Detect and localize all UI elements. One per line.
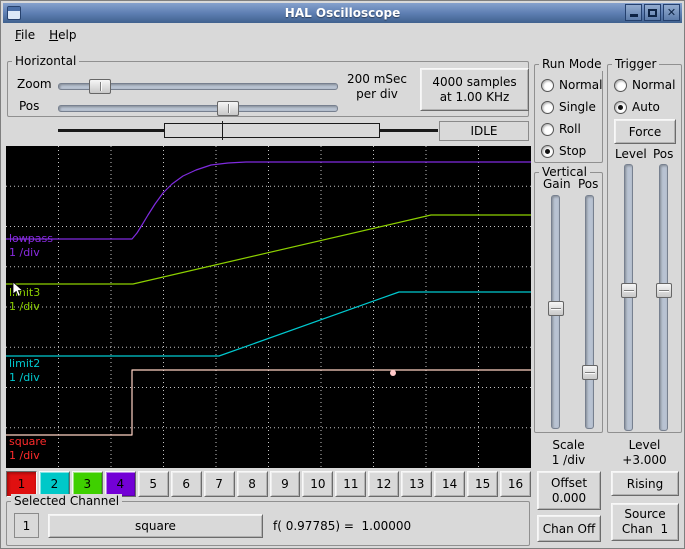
- horizontal-pos-slider-handle[interactable]: [217, 101, 239, 116]
- channel-button-16[interactable]: 16: [500, 471, 531, 497]
- menu-file[interactable]: File: [8, 26, 42, 44]
- trigger-pos-slider-handle[interactable]: [656, 283, 672, 298]
- horizontal-pos-label: Pos: [19, 99, 40, 113]
- channel-button-15[interactable]: 15: [467, 471, 499, 497]
- radio-label: Roll: [559, 122, 581, 136]
- vertical-pos-label: Pos: [578, 177, 599, 191]
- run-mode-options: Normal Single Roll Stop: [536, 74, 603, 162]
- channel-button-6[interactable]: 6: [170, 471, 202, 497]
- radio-trigger-auto[interactable]: Auto: [609, 96, 680, 118]
- trace-lowpass: [6, 161, 531, 240]
- channel-button-8[interactable]: 8: [236, 471, 268, 497]
- radio-run-mode-stop[interactable]: Stop: [536, 140, 601, 162]
- radio-icon: [614, 100, 627, 114]
- maximize-icon: [648, 8, 657, 17]
- channel-button-13[interactable]: 13: [401, 471, 433, 497]
- vertical-gain-label: Gain: [543, 177, 571, 191]
- minimize-icon: [630, 14, 638, 17]
- radio-trigger-normal[interactable]: Normal: [609, 74, 680, 96]
- channel-button-7[interactable]: 7: [203, 471, 235, 497]
- selected-channel-number: 1: [14, 513, 39, 538]
- close-icon: ✕: [666, 6, 677, 19]
- trigger-level-label: Level: [615, 147, 647, 161]
- zoom-label: Zoom: [17, 77, 52, 91]
- record-trigger-tick: [222, 121, 223, 140]
- radio-icon: [541, 100, 554, 114]
- trigger-level-title: Level: [628, 438, 661, 452]
- selected-channel-legend: Selected Channel: [11, 494, 123, 508]
- maximize-button[interactable]: [644, 4, 661, 21]
- vertical-scale-value: 1 /div: [551, 453, 586, 467]
- radio-run-mode-single[interactable]: Single: [536, 96, 601, 118]
- menu-help[interactable]: Help: [42, 26, 83, 44]
- offset-line2: 0.000: [551, 490, 587, 505]
- radio-icon: [541, 144, 554, 158]
- horizontal-pos-slider-track[interactable]: [58, 105, 338, 112]
- mouse-cursor-icon: [12, 281, 24, 297]
- run-mode-legend: Run Mode: [539, 57, 605, 71]
- halscope-window: HAL Oscilloscope ✕ File Help Horizontal …: [0, 0, 685, 549]
- offset-button[interactable]: Offset 0.000: [537, 471, 601, 510]
- time-per-div-line2: per div: [356, 87, 398, 101]
- vertical-pos-slider-handle[interactable]: [582, 365, 598, 380]
- trigger-marker: [390, 370, 396, 376]
- radio-label: Normal: [559, 78, 603, 92]
- radio-label: Normal: [632, 78, 676, 92]
- minimize-button[interactable]: [625, 4, 642, 21]
- radio-icon: [541, 78, 554, 92]
- horizontal-group-legend: Horizontal: [12, 54, 80, 68]
- radio-icon: [614, 78, 627, 92]
- trigger-level-slider-handle[interactable]: [621, 283, 637, 298]
- vertical-scale-title: Scale: [552, 438, 585, 452]
- channel-button-9[interactable]: 9: [269, 471, 301, 497]
- trigger-source-button[interactable]: Source Chan 1: [611, 503, 679, 541]
- force-button[interactable]: Force: [614, 119, 676, 144]
- time-per-div-readout: 200 mSec per div: [341, 72, 413, 102]
- trace-limit3: [6, 214, 531, 285]
- radio-icon: [541, 122, 554, 136]
- channel-button-10[interactable]: 10: [302, 471, 334, 497]
- chan-off-button[interactable]: Chan Off: [537, 515, 601, 542]
- source-line2: Chan 1: [621, 522, 669, 536]
- menubar: File Help: [3, 24, 682, 45]
- channel-button-14[interactable]: 14: [434, 471, 466, 497]
- trigger-group: Trigger Normal Auto Force Level Pos: [607, 57, 682, 433]
- radio-run-mode-normal[interactable]: Normal: [536, 74, 603, 96]
- trigger-legend: Trigger: [612, 57, 660, 71]
- zoom-slider-handle[interactable]: [89, 79, 111, 94]
- channel-button-5[interactable]: 5: [137, 471, 169, 497]
- radio-label: Auto: [632, 100, 660, 114]
- samples-line1: 4000 samples: [432, 74, 517, 89]
- window-title: HAL Oscilloscope: [284, 6, 401, 20]
- trigger-options: Normal Auto: [609, 74, 680, 118]
- trigger-edge-button[interactable]: Rising: [611, 471, 679, 496]
- radio-label: Stop: [559, 144, 587, 158]
- channel-button-11[interactable]: 11: [335, 471, 367, 497]
- run-mode-group: Run Mode Normal Single Roll Stop: [534, 57, 605, 163]
- window-controls: ✕: [625, 4, 680, 21]
- offset-line1: Offset: [550, 475, 588, 490]
- channel-source-button[interactable]: square: [48, 514, 263, 538]
- titlebar: HAL Oscilloscope ✕: [3, 3, 682, 23]
- time-per-div-line1: 200 mSec: [346, 72, 407, 86]
- scope-display[interactable]: square 1 /div limit2 1 /div limit3 1 /div lowp…: [6, 146, 531, 468]
- channel-button-12[interactable]: 12: [368, 471, 400, 497]
- vertical-gain-slider-handle[interactable]: [548, 301, 564, 316]
- scope-canvas: [6, 146, 531, 468]
- source-line1: Source: [624, 507, 666, 521]
- radio-run-mode-roll[interactable]: Roll: [536, 118, 601, 140]
- trigger-level-value: +3.000: [622, 453, 667, 467]
- value-readout: f( 0.97785) = 1.00000: [273, 519, 412, 533]
- trigger-pos-label: Pos: [653, 147, 674, 161]
- close-button[interactable]: ✕: [663, 4, 680, 21]
- record-settings-button[interactable]: 4000 samples at 1.00 KHz: [420, 68, 529, 111]
- samples-line2: at 1.00 KHz: [439, 89, 510, 104]
- status-indicator: IDLE: [439, 121, 529, 141]
- radio-label: Single: [559, 100, 596, 114]
- vertical-pos-slider-track[interactable]: [585, 195, 594, 429]
- record-view-window: [164, 123, 380, 138]
- vertical-group: Vertical Gain Pos: [534, 165, 603, 433]
